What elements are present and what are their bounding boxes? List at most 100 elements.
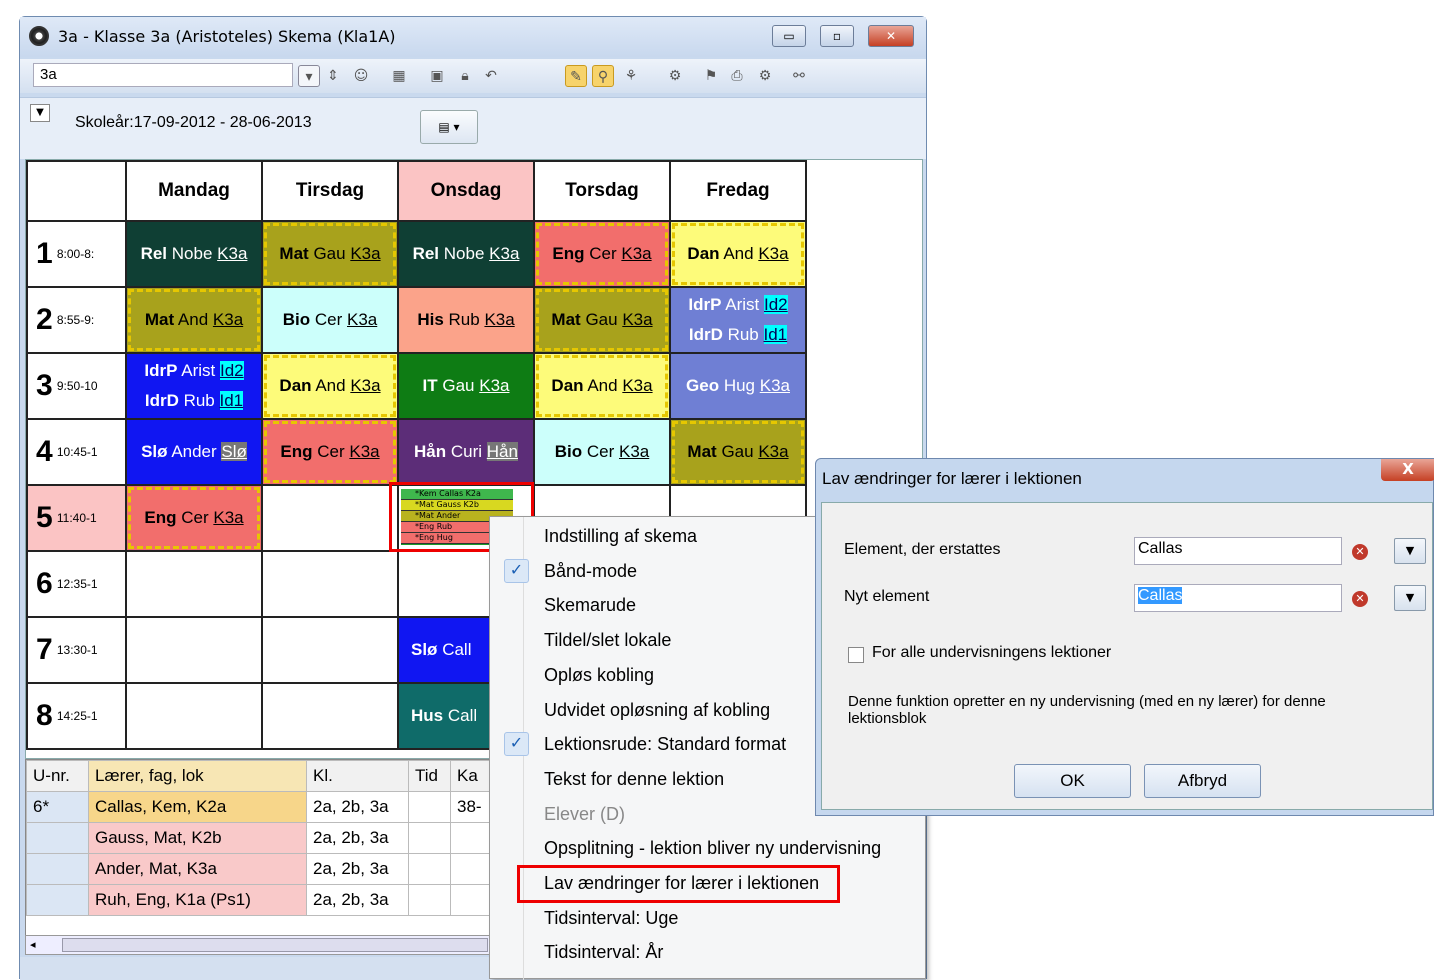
lesson-cell[interactable]: Slø Ander Slø: [125, 418, 263, 486]
undo-icon[interactable]: ↶: [480, 65, 502, 87]
lesson-cell[interactable]: Hån Curi Hån: [397, 418, 535, 486]
close-button[interactable]: ✕: [868, 25, 914, 47]
day-header[interactable]: Fredag: [669, 160, 807, 222]
lesson-cell[interactable]: Mat Gau K3a: [533, 286, 671, 354]
lesson-cell[interactable]: Rel Nobe K3a: [125, 220, 263, 288]
lesson-cell[interactable]: Eng Cer K3a: [533, 220, 671, 288]
lesson-cell[interactable]: [261, 616, 399, 684]
col-header[interactable]: Ka: [450, 760, 491, 792]
table-row[interactable]: Gauss, Mat, K2b 2a, 2b, 3a: [26, 822, 491, 854]
lesson-cell[interactable]: Dan And K3a: [533, 352, 671, 420]
pencil-icon[interactable]: ✎: [565, 65, 587, 87]
lesson-cell[interactable]: Dan And K3a: [261, 352, 399, 420]
table-row[interactable]: Ruh, Eng, K1a (Ps1) 2a, 2b, 3a: [26, 884, 491, 916]
grid-icon[interactable]: ▦: [388, 65, 410, 87]
minimize-button[interactable]: ▭: [772, 25, 806, 47]
scroll-thumb[interactable]: [62, 938, 488, 952]
period-header[interactable]: 7 13:30-1: [26, 616, 127, 684]
table-row[interactable]: Ander, Mat, K3a 2a, 2b, 3a: [26, 853, 491, 885]
lesson-cell[interactable]: [261, 484, 399, 552]
teacher: And: [315, 376, 346, 395]
teacher: Gau: [721, 442, 754, 461]
period-header[interactable]: 4 10:45-1: [26, 418, 127, 486]
lesson-cell[interactable]: His Rub K3a: [397, 286, 535, 354]
lesson-cell[interactable]: [125, 682, 263, 750]
lesson-cell[interactable]: [261, 682, 399, 750]
day-header[interactable]: Tirsdag: [261, 160, 399, 222]
traffic-light-icon[interactable]: ⚑: [700, 65, 722, 87]
menu-item[interactable]: Tidsinterval: Uge: [490, 901, 926, 936]
day-header[interactable]: Onsdag: [397, 160, 535, 222]
lesson-cell[interactable]: [261, 550, 399, 618]
period-header[interactable]: 1 8:00-8:: [26, 220, 127, 288]
teacher: And: [587, 376, 618, 395]
period-header[interactable]: 2 8:55-9:: [26, 286, 127, 354]
settings-dropdown-icon[interactable]: ⚙: [664, 65, 686, 87]
spinner-icon[interactable]: ⇕: [322, 65, 344, 87]
lesson-line: Slø Ander Slø: [128, 436, 260, 468]
search-icon[interactable]: ⚲: [592, 65, 614, 87]
table-row[interactable]: 6* Callas, Kem, K2a 2a, 2b, 3a 38-: [26, 791, 491, 823]
lesson-cell[interactable]: IdrP Arist Id2 IdrD Rub Id1: [669, 286, 807, 354]
menu-item[interactable]: Opsplitning - lektion bliver ny undervis…: [490, 831, 926, 866]
dialog-close-button[interactable]: X: [1381, 459, 1434, 481]
day-header[interactable]: Torsdag: [533, 160, 671, 222]
lesson-cell[interactable]: [125, 550, 263, 618]
new-element-field[interactable]: Callas: [1134, 584, 1342, 612]
replace-element-field[interactable]: Callas: [1134, 537, 1342, 565]
period-header[interactable]: 6 12:35-1: [26, 550, 127, 618]
save-icon[interactable]: ▣: [426, 65, 448, 87]
teacher: Cer: [314, 310, 343, 329]
clear-icon[interactable]: ✕: [1352, 591, 1368, 607]
lesson-cell[interactable]: Geo Hug K3a: [669, 352, 807, 420]
period-header[interactable]: 5 11:40-1: [26, 484, 127, 552]
new-dropdown-button[interactable]: ▼: [1394, 585, 1426, 611]
lesson-cell[interactable]: Mat Gau K3a: [261, 220, 399, 288]
people-icon[interactable]: ☺: [350, 65, 372, 87]
maximize-button[interactable]: ▫: [820, 25, 854, 47]
calendar-dropdown-button[interactable]: ▤ ▾: [420, 110, 478, 144]
table-cell: [450, 853, 491, 885]
horizontal-scrollbar[interactable]: ◂: [25, 935, 497, 955]
cancel-button[interactable]: Afbryd: [1144, 764, 1261, 798]
molecule-icon[interactable]: ⚘: [620, 65, 642, 87]
lesson-cell[interactable]: Bio Cer K3a: [261, 286, 399, 354]
binoculars-icon[interactable]: ⚯: [788, 65, 810, 87]
print-icon[interactable]: ⎙: [726, 65, 748, 87]
replace-dropdown-button[interactable]: ▼: [1394, 538, 1426, 564]
all-lessons-checkbox[interactable]: [848, 647, 864, 663]
table-cell: 6*: [26, 791, 89, 823]
lesson-line: Rel Nobe K3a: [128, 238, 260, 270]
lock-icon[interactable]: 🔒︎: [454, 65, 476, 87]
period-header[interactable]: 8 14:25-1: [26, 682, 127, 750]
clear-icon[interactable]: ✕: [1352, 544, 1368, 560]
col-header[interactable]: Kl.: [306, 760, 409, 792]
gear-icon[interactable]: ⚙: [754, 65, 776, 87]
lesson-cell[interactable]: Eng Cer K3a: [125, 484, 263, 552]
lesson-cell[interactable]: Dan And K3a: [669, 220, 807, 288]
scroll-left-icon[interactable]: ◂: [30, 938, 36, 951]
lesson-cell[interactable]: Eng Cer K3a: [261, 418, 399, 486]
lesson-cell[interactable]: Mat And K3a: [125, 286, 263, 354]
lesson-cell[interactable]: Rel Nobe K3a: [397, 220, 535, 288]
subject: IdrP: [144, 361, 178, 380]
collapse-arrow-icon[interactable]: ▼: [30, 104, 50, 122]
lesson-cell[interactable]: IT Gau K3a: [397, 352, 535, 420]
toolbar: 3a ▾ ⇕ ☺ ▦ ▣ 🔒︎ ↶ ✎ ⚲ ⚘ ⚙ ⚑ ⎙ ⚙ ⚯: [20, 59, 926, 93]
title-bar[interactable]: 3a - Klasse 3a (Aristoteles) Skema (Kla1…: [20, 17, 926, 57]
col-header[interactable]: U-nr.: [26, 760, 89, 792]
lesson-cell[interactable]: IdrP Arist Id2 IdrD Rub Id1: [125, 352, 263, 420]
col-header[interactable]: Tid: [408, 760, 451, 792]
col-header[interactable]: Lærer, fag, lok: [88, 760, 307, 792]
lesson-cell[interactable]: Mat Gau K3a: [669, 418, 807, 486]
day-header[interactable]: Mandag: [125, 160, 263, 222]
menu-item[interactable]: Tidsinterval: År: [490, 935, 926, 970]
room: K3a: [479, 376, 510, 395]
class-select[interactable]: 3a: [33, 63, 293, 87]
period-header[interactable]: 3 9:50-10: [26, 352, 127, 420]
lesson-line: Bio Cer K3a: [536, 436, 668, 468]
dropdown-arrow-icon[interactable]: ▾: [298, 65, 320, 87]
lesson-cell[interactable]: Bio Cer K3a: [533, 418, 671, 486]
lesson-cell[interactable]: [125, 616, 263, 684]
ok-button[interactable]: OK: [1014, 764, 1131, 798]
